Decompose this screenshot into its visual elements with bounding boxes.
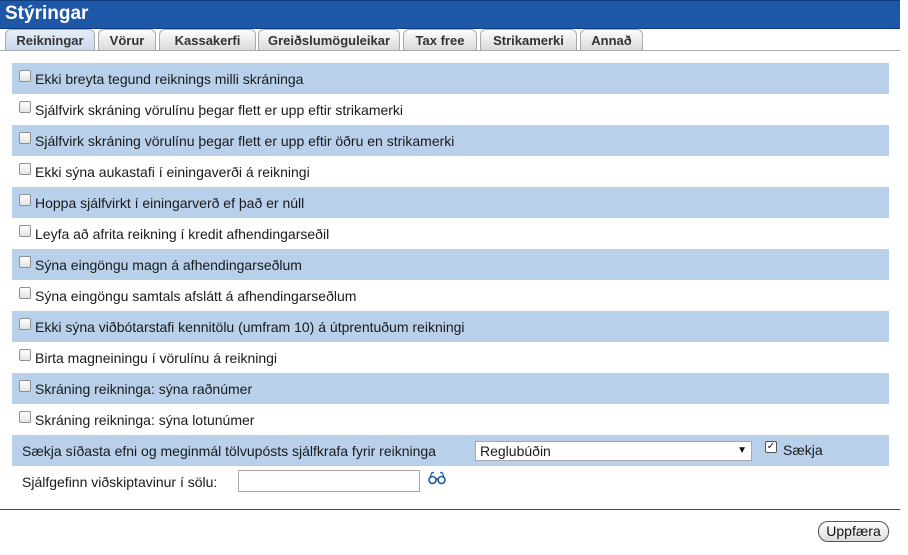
default-customer-row: Sjálfgefinn viðskiptavinur í sölu:	[12, 466, 889, 497]
option-checkbox[interactable]	[19, 380, 31, 392]
option-checkbox[interactable]	[19, 287, 31, 299]
option-checkbox[interactable]	[19, 101, 31, 113]
tab-greidslumoguleikar[interactable]: Greiðslumöguleikar	[258, 29, 400, 51]
tab-reikningar[interactable]: Reikningar	[5, 29, 95, 51]
email-template-value: Reglubúðin	[480, 443, 551, 459]
option-checkbox[interactable]	[19, 194, 31, 206]
default-customer-input[interactable]	[238, 470, 420, 492]
footer-divider	[0, 509, 900, 510]
fetch-checkbox[interactable]: ✓	[765, 441, 777, 453]
tab-kassakerfi[interactable]: Kassakerfi	[159, 29, 256, 51]
option-label: Birta magneiningu í vörulínu á reikningi	[35, 350, 278, 366]
option-label: Skráning reikninga: sýna lotunúmer	[35, 412, 255, 428]
option-row[interactable]: Ekki sýna aukastafi í einingaverði á rei…	[12, 156, 889, 187]
option-checkbox[interactable]	[19, 132, 31, 144]
option-row[interactable]: Leyfa að afrita reikning í kredit afhend…	[12, 218, 889, 249]
option-checkbox[interactable]	[19, 349, 31, 361]
option-label: Ekki sýna aukastafi í einingaverði á rei…	[35, 164, 310, 180]
tab-vorur[interactable]: Vörur	[98, 29, 156, 51]
tab-annad[interactable]: Annað	[580, 29, 643, 51]
option-label: Hoppa sjálfvirkt í einingarverð ef það e…	[35, 195, 305, 211]
option-checkbox[interactable]	[19, 411, 31, 423]
chevron-down-icon: ▼	[737, 445, 747, 456]
fetch-checkbox-label: Sækja	[783, 442, 823, 458]
option-label: Sjálfvirk skráning vörulínu þegar flett …	[35, 102, 404, 118]
option-row[interactable]: Sjálfvirk skráning vörulínu þegar flett …	[12, 94, 889, 125]
option-row[interactable]: Sýna eingöngu magn á afhendingarseðlum	[12, 249, 889, 280]
option-label: Ekki sýna viðbótarstafi kennitölu (umfra…	[35, 319, 465, 335]
option-row[interactable]: Sjálfvirk skráning vörulínu þegar flett …	[12, 125, 889, 156]
option-label: Sjálfvirk skráning vörulínu þegar flett …	[35, 133, 455, 149]
glasses-icon[interactable]	[428, 471, 446, 485]
window-titlebar: Stýringar	[0, 0, 900, 29]
option-row[interactable]: Skráning reikninga: sýna lotunúmer	[12, 404, 889, 435]
tab-divider	[0, 50, 900, 51]
option-row[interactable]: Sýna eingöngu samtals afslátt á afhendin…	[12, 280, 889, 311]
option-checkbox[interactable]	[19, 318, 31, 330]
tab-bar: Reikningar Vörur Kassakerfi Greiðslumögu…	[0, 29, 900, 51]
option-label: Skráning reikninga: sýna raðnúmer	[35, 381, 253, 397]
option-checkbox[interactable]	[19, 256, 31, 268]
option-row[interactable]: Ekki sýna viðbótarstafi kennitölu (umfra…	[12, 311, 889, 342]
option-label: Sýna eingöngu samtals afslátt á afhendin…	[35, 288, 357, 304]
option-row[interactable]: Ekki breyta tegund reiknings milli skrán…	[12, 63, 889, 94]
option-checkbox[interactable]	[19, 225, 31, 237]
option-label: Sýna eingöngu magn á afhendingarseðlum	[35, 257, 302, 273]
update-button[interactable]: Uppfæra	[818, 521, 889, 542]
option-label: Ekki breyta tegund reiknings milli skrán…	[35, 71, 304, 87]
fetch-email-label: Sækja síðasta efni og meginmál tölvupóst…	[22, 443, 436, 459]
option-row[interactable]: Hoppa sjálfvirkt í einingarverð ef það e…	[12, 187, 889, 218]
option-row[interactable]: Birta magneiningu í vörulínu á reikningi	[12, 342, 889, 373]
option-checkbox[interactable]	[19, 70, 31, 82]
option-checkbox[interactable]	[19, 163, 31, 175]
window-title: Stýringar	[5, 3, 89, 24]
fetch-email-row: Sækja síðasta efni og meginmál tölvupóst…	[12, 435, 889, 466]
tab-strikamerki[interactable]: Strikamerki	[480, 29, 577, 51]
option-label: Leyfa að afrita reikning í kredit afhend…	[35, 226, 330, 242]
option-row[interactable]: Skráning reikninga: sýna raðnúmer	[12, 373, 889, 404]
email-template-select[interactable]: Reglubúðin ▼	[475, 441, 752, 461]
tab-tax-free[interactable]: Tax free	[403, 29, 477, 51]
default-customer-label: Sjálfgefinn viðskiptavinur í sölu:	[22, 474, 218, 490]
